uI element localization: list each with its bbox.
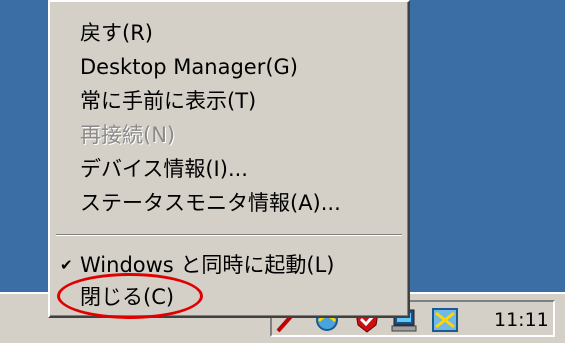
- menu-item-restore[interactable]: 戻す(R): [80, 16, 153, 50]
- menu-item-status-monitor-info[interactable]: ステータスモニタ情報(A)...: [80, 186, 341, 220]
- taskbar-clock[interactable]: 11:11: [494, 309, 549, 331]
- device-manager-icon[interactable]: [430, 305, 460, 335]
- menu-item-always-on-top[interactable]: 常に手前に表示(T): [80, 84, 256, 118]
- menu-separator: [56, 234, 402, 236]
- highlight-ellipse: [57, 273, 203, 319]
- menu-item-device-info[interactable]: デバイス情報(I)...: [80, 152, 248, 186]
- menu-item-reconnect: 再接続(N): [80, 123, 176, 147]
- menu-item-desktop-manager[interactable]: Desktop Manager(G): [80, 50, 298, 84]
- check-icon: ✔: [60, 256, 73, 274]
- context-menu: 戻す(R) Desktop Manager(G) 常に手前に表示(T) 再接続(…: [48, 0, 410, 318]
